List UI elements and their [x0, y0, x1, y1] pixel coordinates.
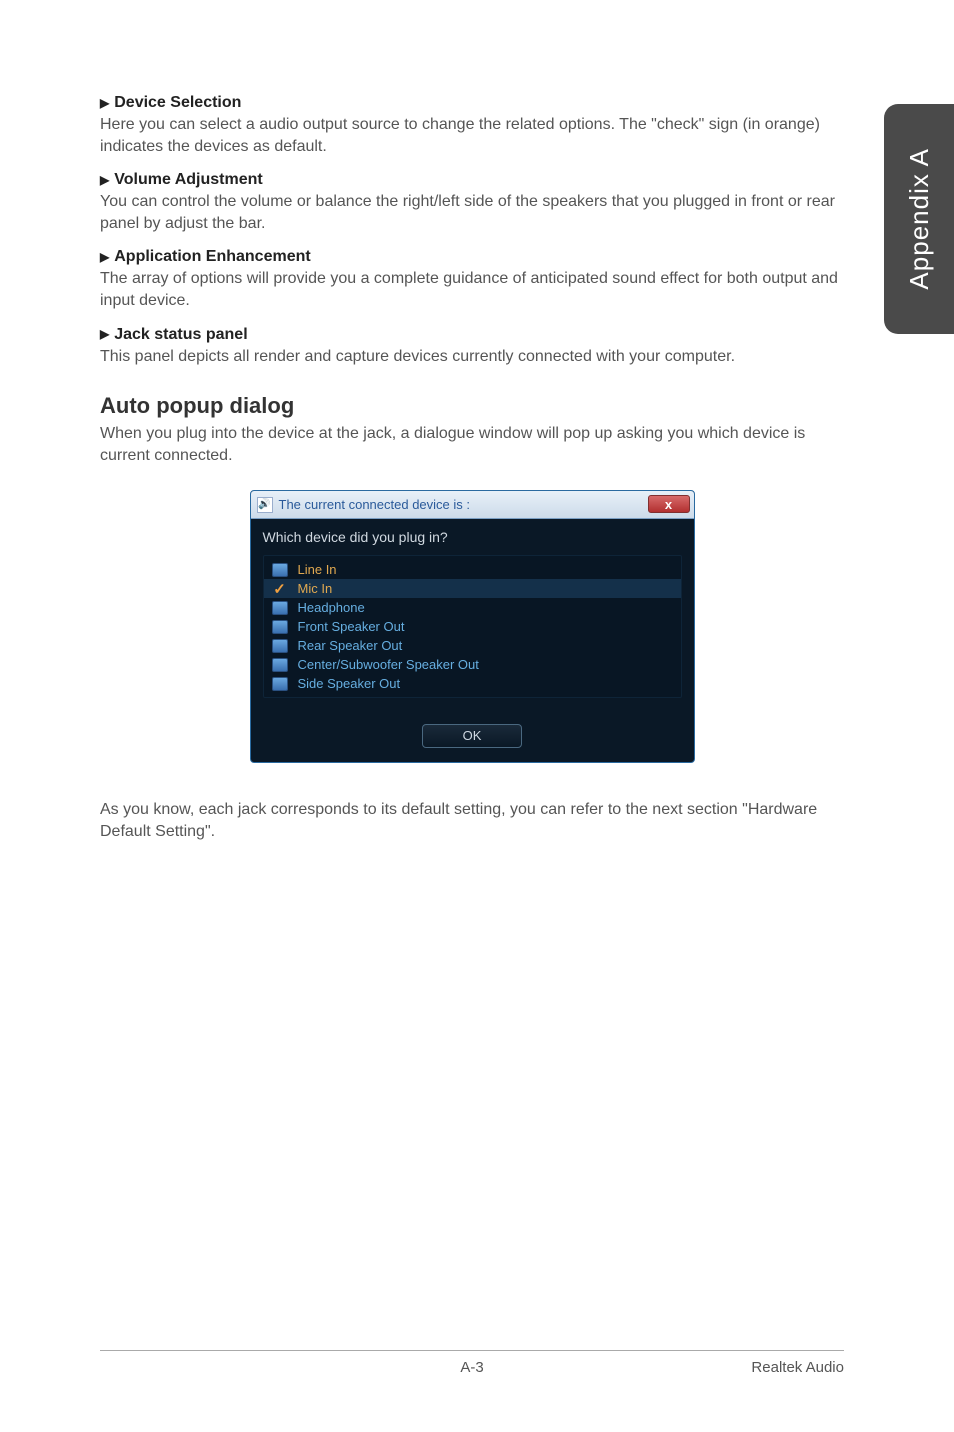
triangle-icon: ▶ — [100, 327, 109, 341]
device-item-front-speaker[interactable]: Front Speaker Out — [264, 617, 681, 636]
device-label: Center/Subwoofer Speaker Out — [298, 657, 479, 672]
dialog-window: 🔊 The current connected device is : x Wh… — [250, 490, 695, 763]
speaker-icon: 🔊 — [257, 497, 273, 513]
device-label: Headphone — [298, 600, 365, 615]
device-item-center-sub[interactable]: Center/Subwoofer Speaker Out — [264, 655, 681, 674]
triangle-icon: ▶ — [100, 96, 109, 110]
jack-square-icon — [272, 563, 288, 577]
jack-square-icon — [272, 620, 288, 634]
section-jack-status-title: ▶Jack status panel — [100, 326, 844, 344]
device-item-mic-in[interactable]: ✓ Mic In — [264, 579, 681, 598]
check-icon: ✓ — [272, 582, 288, 596]
device-label: Mic In — [298, 581, 333, 596]
section-volume-adjustment-body: You can control the volume or balance th… — [100, 191, 844, 234]
dialog-body: Which device did you plug in? Line In ✓ … — [251, 519, 694, 762]
device-label: Side Speaker Out — [298, 676, 401, 691]
section-application-enhancement-title: ▶Application Enhancement — [100, 248, 844, 266]
device-item-side-speaker[interactable]: Side Speaker Out — [264, 674, 681, 693]
auto-popup-body: When you plug into the device at the jac… — [100, 423, 844, 466]
side-tab: Appendix A — [884, 104, 954, 334]
section-device-selection-body: Here you can select a audio output sourc… — [100, 114, 844, 157]
device-label: Line In — [298, 562, 337, 577]
section-volume-adjustment-title: ▶Volume Adjustment — [100, 171, 844, 189]
jack-square-icon — [272, 658, 288, 672]
device-item-line-in[interactable]: Line In — [264, 560, 681, 579]
ok-button[interactable]: OK — [422, 724, 522, 748]
auto-popup-heading: Auto popup dialog — [100, 393, 844, 419]
jack-square-icon — [272, 601, 288, 615]
jack-square-icon — [272, 639, 288, 653]
page-footer: A-3 Realtek Audio — [100, 1350, 844, 1376]
footer-divider — [100, 1350, 844, 1351]
after-dialog-text: As you know, each jack corresponds to it… — [100, 799, 844, 842]
triangle-icon: ▶ — [100, 173, 109, 187]
close-button[interactable]: x — [648, 495, 690, 513]
dialog-title: The current connected device is : — [279, 497, 471, 512]
section-device-selection-title: ▶Device Selection — [100, 94, 844, 112]
device-label: Front Speaker Out — [298, 619, 405, 634]
page-content: ▶Device Selection Here you can select a … — [100, 80, 844, 843]
device-list: Line In ✓ Mic In Headphone Front Speaker… — [263, 555, 682, 698]
device-label: Rear Speaker Out — [298, 638, 403, 653]
dialog-titlebar: 🔊 The current connected device is : x — [251, 491, 694, 519]
dialog-prompt: Which device did you plug in? — [263, 529, 682, 545]
footer-page-number: A-3 — [100, 1359, 844, 1376]
device-item-headphone[interactable]: Headphone — [264, 598, 681, 617]
section-application-enhancement-body: The array of options will provide you a … — [100, 268, 844, 311]
side-tab-label: Appendix A — [904, 148, 935, 290]
ok-row: OK — [263, 724, 682, 748]
section-jack-status-body: This panel depicts all render and captur… — [100, 346, 844, 368]
device-item-rear-speaker[interactable]: Rear Speaker Out — [264, 636, 681, 655]
jack-square-icon — [272, 677, 288, 691]
triangle-icon: ▶ — [100, 250, 109, 264]
